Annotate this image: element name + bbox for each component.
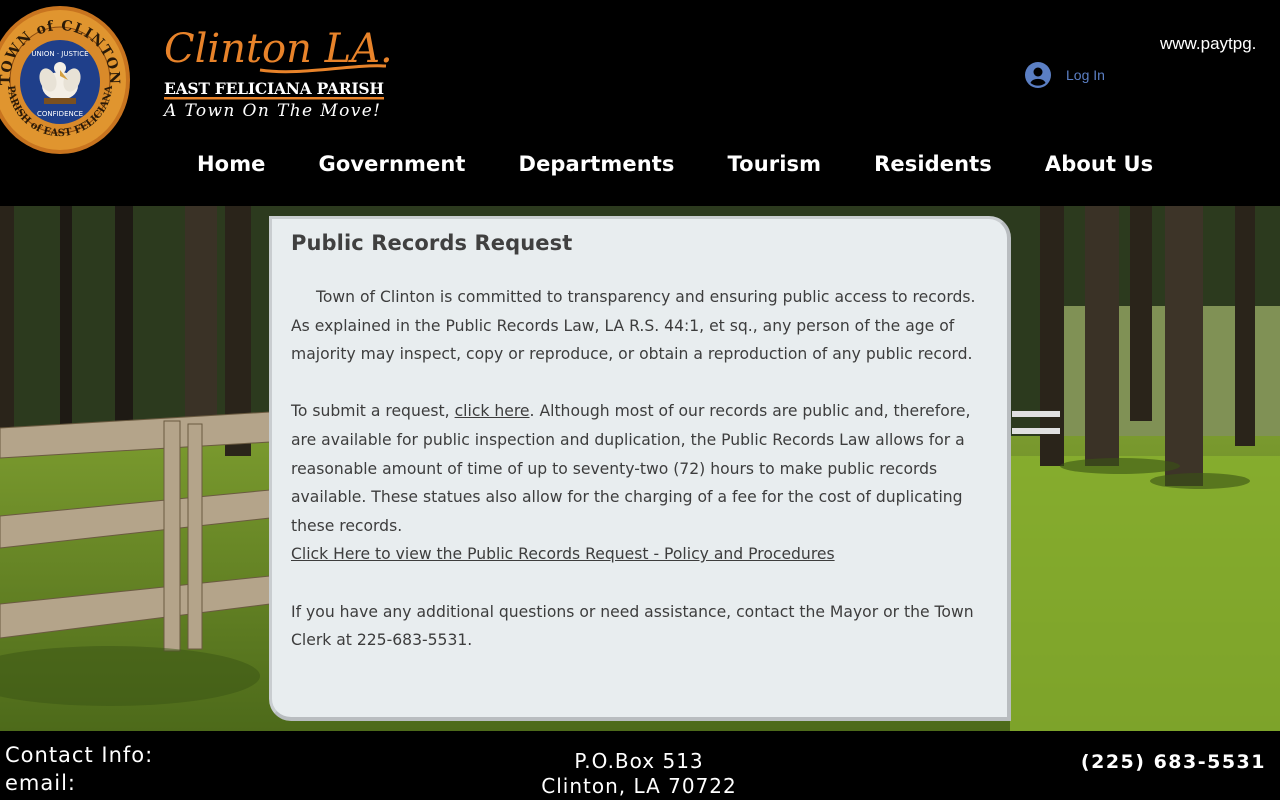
user-avatar-icon: [1025, 62, 1051, 88]
svg-text:CONFIDENCE: CONFIDENCE: [37, 110, 83, 118]
contact-paragraph: If you have any additional questions or …: [291, 602, 974, 650]
contact-label: Contact Info:: [5, 743, 154, 767]
nav-departments[interactable]: Departments: [519, 152, 675, 176]
nav-home[interactable]: Home: [197, 152, 266, 176]
svg-text:Clinton LA.: Clinton LA.: [164, 26, 392, 72]
svg-text:EAST FELICIANA PARISH: EAST FELICIANA PARISH: [164, 79, 384, 98]
click-here-link[interactable]: click here: [455, 402, 530, 420]
mailing-address: P.O.Box 513 Clinton, LA 70722: [500, 749, 778, 799]
public-records-card: Public Records Request Town of Clinton i…: [269, 216, 1011, 721]
nav-tourism[interactable]: Tourism: [728, 152, 822, 176]
svg-text:A Town On The Move!: A Town On The Move!: [162, 101, 380, 121]
address-line-2: Clinton, LA 70722: [541, 774, 737, 798]
site-footer: Contact Info: email: P.O.Box 513 Clinton…: [0, 731, 1280, 800]
town-seal-icon[interactable]: TOWN of CLINTON PARISH of EAST FELICIANA…: [0, 4, 132, 156]
address-line-1: P.O.Box 513: [574, 749, 704, 773]
nav-residents[interactable]: Residents: [874, 152, 992, 176]
clinton-la-logo[interactable]: Clinton LA. EAST FELICIANA PARISH A Town…: [160, 14, 392, 122]
policy-procedures-link[interactable]: Click Here to view the Public Records Re…: [291, 545, 835, 563]
site-header: TOWN of CLINTON PARISH of EAST FELICIANA…: [0, 0, 1280, 206]
main-nav: Home Government Departments Tourism Resi…: [197, 152, 1206, 176]
login-button[interactable]: Log In: [1024, 61, 1105, 89]
contact-info: Contact Info: email:: [5, 741, 153, 797]
paytpg-link[interactable]: www.paytpg.: [1160, 34, 1256, 54]
footer-phone: (225) 683-5531: [1080, 751, 1266, 773]
submit-paragraph: To submit a request, click here. Althoug…: [291, 402, 971, 535]
login-label: Log In: [1066, 67, 1105, 83]
email-label: email:: [5, 771, 76, 795]
page-title: Public Records Request: [291, 231, 573, 255]
nav-about-us[interactable]: About Us: [1045, 152, 1153, 176]
nav-government[interactable]: Government: [319, 152, 466, 176]
intro-paragraph: Town of Clinton is committed to transpar…: [291, 288, 976, 364]
svg-text:UNION · JUSTICE: UNION · JUSTICE: [31, 50, 88, 58]
